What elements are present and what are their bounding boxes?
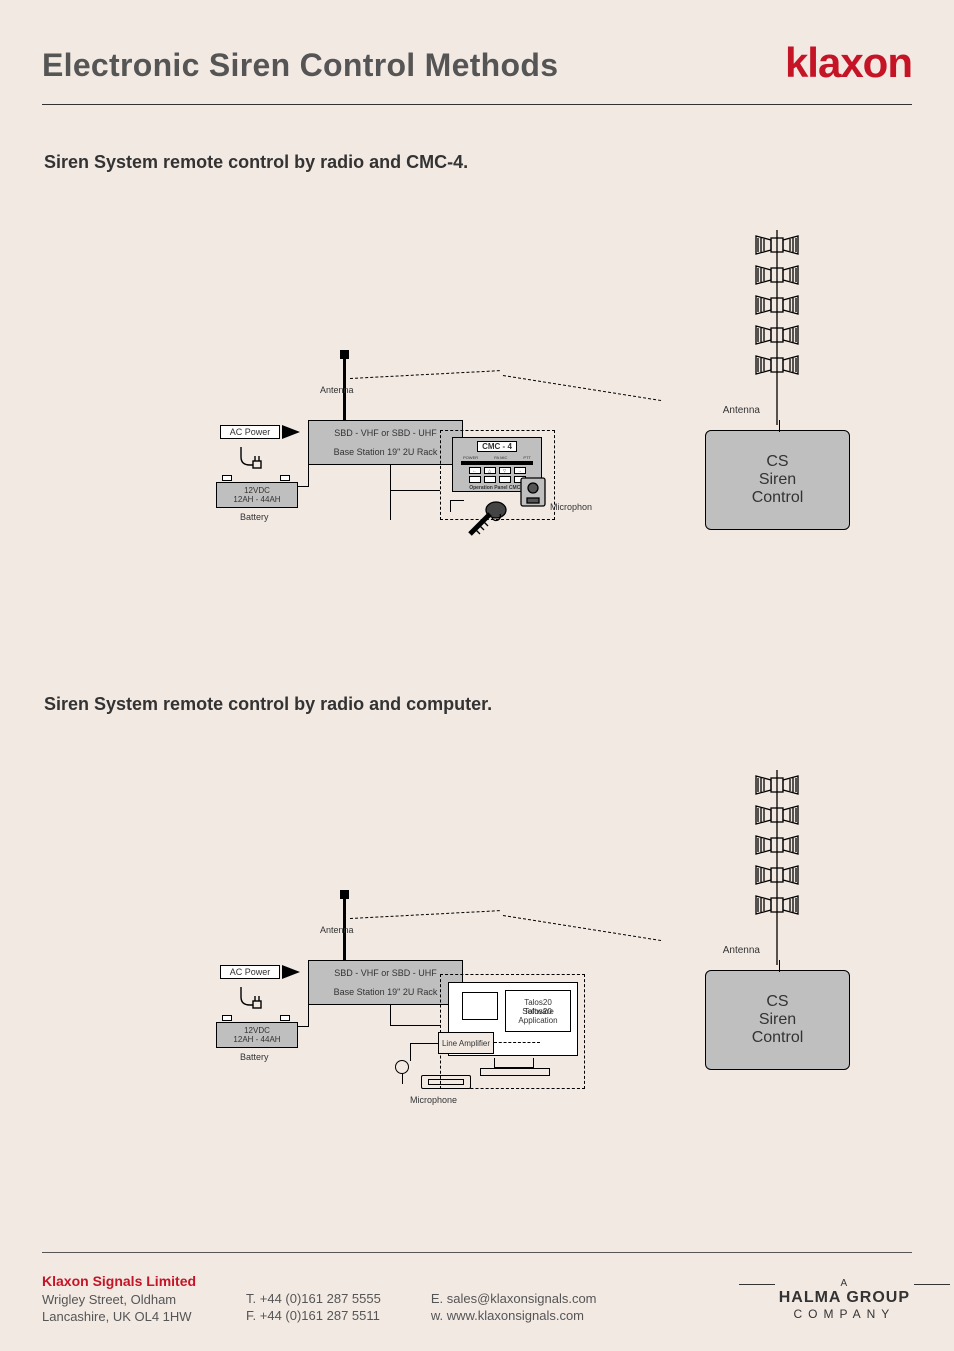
- cmc-title: CMC - 4: [477, 441, 517, 452]
- cmc-led-power: POWER: [463, 455, 478, 460]
- footer-rule: [42, 1252, 912, 1253]
- mic-wire1: [450, 500, 464, 501]
- base2-l2: Base Station 19" 2U Rack: [334, 987, 438, 997]
- radio-wave2-2: [503, 915, 661, 941]
- siren-antenna-icon: [750, 230, 805, 425]
- battery-l1: 12VDC: [244, 486, 270, 495]
- line-amplifier-box: Line Amplifier: [438, 1032, 494, 1054]
- section1-heading: Siren System remote control by radio and…: [44, 152, 468, 173]
- monitor-neck-icon: [494, 1058, 534, 1068]
- siren2-l3: Control: [752, 1029, 804, 1047]
- cmc-leds-row: POWER PA MIC PTT: [453, 455, 541, 460]
- cs-siren-control-box-2: CS Siren Control: [705, 970, 850, 1070]
- halma-main: HALMA GROUP: [779, 1289, 910, 1307]
- ac-power-label: AC Power: [220, 425, 280, 439]
- page-title: Electronic Siren Control Methods: [42, 47, 558, 84]
- ac-power-arrow-2: [282, 965, 300, 979]
- base-to-panel-v: [390, 465, 391, 520]
- batt-wire1-2: [298, 1026, 308, 1027]
- mouse-icon: [395, 1060, 409, 1074]
- batt-wire2: [308, 465, 309, 487]
- ac-power-label-2: AC Power: [220, 965, 280, 979]
- cs-siren-control-box: CS Siren Control: [705, 430, 850, 530]
- cmc-led-ptt: PTT: [523, 455, 531, 460]
- microphone-label: Microphon: [550, 502, 592, 512]
- section2-heading: Siren System remote control by radio and…: [44, 694, 492, 715]
- plug-icon: [235, 445, 265, 475]
- antenna2-stem-2: [779, 960, 780, 972]
- siren2-l2: Siren: [759, 1011, 796, 1029]
- radio-wave1-icon: [350, 370, 500, 379]
- brand-logo: klaxon: [785, 42, 912, 84]
- mic-to-amp-v: [410, 1043, 411, 1061]
- base-to-pc-v: [390, 1005, 391, 1025]
- battery2-l1: 12VDC: [244, 1026, 270, 1035]
- web: w. www.klaxonsignals.com: [431, 1307, 597, 1325]
- addr1: Wrigley Street, Oldham: [42, 1291, 196, 1309]
- footer-phone: T. +44 (0)161 287 5555 F. +44 (0)161 287…: [246, 1272, 381, 1326]
- base-to-pc-h: [390, 1025, 440, 1026]
- battery-caption: Battery: [240, 512, 269, 522]
- ac-power-arrow-icon: [282, 425, 300, 439]
- microphone-icon: [462, 492, 512, 542]
- batt-wire1: [298, 486, 308, 487]
- siren-l1: CS: [766, 453, 788, 471]
- base-antenna-label: Antenna: [320, 385, 354, 395]
- keyboard-icon: [421, 1075, 471, 1089]
- battery-caption-2: Battery: [240, 1052, 269, 1062]
- siren-antenna-label-2: Antenna: [723, 945, 760, 956]
- talos-software-box: Talos20: [505, 990, 571, 1032]
- siren-l3: Control: [752, 489, 804, 507]
- microphone-label-2: Microphone: [410, 1095, 457, 1105]
- diagram-cmc4: CS Siren Control Antenna Antenna: [150, 230, 870, 560]
- monitor-window-icon: [462, 992, 498, 1020]
- base2-l1: SBD - VHF or SBD - UHF: [334, 968, 437, 978]
- mic-to-amp-h: [410, 1043, 438, 1044]
- fax: F. +44 (0)161 287 5511: [246, 1307, 381, 1325]
- battery2-l2: 12AH - 44AH: [233, 1035, 280, 1044]
- antenna2-stem: [779, 420, 780, 432]
- tel: T. +44 (0)161 287 5555: [246, 1290, 381, 1308]
- base-line2: Base Station 19" 2U Rack: [334, 447, 438, 457]
- diagram-computer: CS Siren Control Antenna Antenna AC Powe…: [150, 770, 870, 1100]
- mouse-cable: [402, 1074, 403, 1084]
- speaker-icon: [519, 476, 547, 508]
- siren-antenna-icon-2: [750, 770, 805, 965]
- halma-a: A: [841, 1278, 849, 1289]
- base-antenna-label-2: Antenna: [320, 925, 354, 935]
- email: E. sales@klaxonsignals.com: [431, 1290, 597, 1308]
- cmc-led-mic: PA MIC: [494, 455, 507, 460]
- company-name: Klaxon Signals Limited: [42, 1272, 196, 1291]
- line-amp-dashed: [494, 1042, 540, 1043]
- halma-sub: COMPANY: [779, 1307, 910, 1321]
- mic-wire2: [450, 500, 451, 512]
- cmc-btn-row1: ←△▽→: [453, 467, 541, 474]
- plug-icon-2: [235, 985, 265, 1015]
- footer-address: Klaxon Signals Limited Wrigley Street, O…: [42, 1272, 196, 1326]
- talos-l1: Talos20: [524, 1007, 552, 1016]
- batt-wire2-2: [308, 1005, 309, 1027]
- footer-online: E. sales@klaxonsignals.com w. www.klaxon…: [431, 1272, 597, 1326]
- addr2: Lancashire, UK OL4 1HW: [42, 1308, 196, 1326]
- radio-wave2-icon: [503, 375, 661, 401]
- siren-l2: Siren: [759, 471, 796, 489]
- base-to-panel-h: [390, 490, 440, 491]
- battery-box: 12VDC 12AH - 44AH: [216, 482, 298, 508]
- base-line1: SBD - VHF or SBD - UHF: [334, 428, 437, 438]
- halma-logo: A HALMA GROUP COMPANY: [779, 1278, 910, 1321]
- battery-l2: 12AH - 44AH: [233, 495, 280, 504]
- cmc-display-bar: [461, 461, 533, 465]
- siren-antenna-label: Antenna: [723, 405, 760, 416]
- line-amp-text: Line Amplifier: [442, 1039, 490, 1048]
- monitor-foot-icon: [480, 1068, 550, 1076]
- siren2-l1: CS: [766, 993, 788, 1011]
- page-header: Electronic Siren Control Methods klaxon: [42, 42, 912, 105]
- battery-box-2: 12VDC 12AH - 44AH: [216, 1022, 298, 1048]
- radio-wave1-2: [350, 910, 500, 919]
